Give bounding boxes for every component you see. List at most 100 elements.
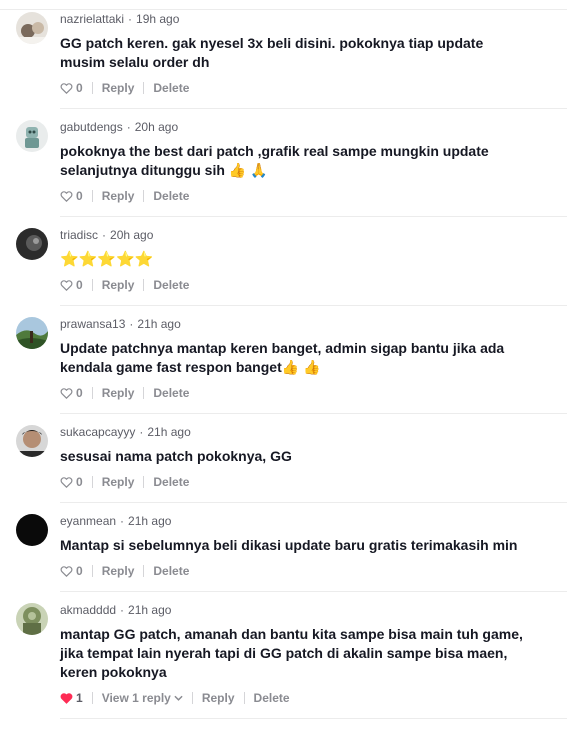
- avatar[interactable]: [16, 425, 48, 457]
- comment-item: sukacapcayyy · 21h ago sesusai nama patch …: [16, 425, 567, 493]
- top-divider: [0, 0, 567, 10]
- comment-divider: [60, 591, 567, 592]
- heart-outline-icon: [60, 280, 73, 291]
- reply-button[interactable]: Reply: [102, 475, 135, 489]
- comment-actions: 0 Reply Delete: [60, 81, 189, 95]
- comment-item: gabutdengs · 20h ago pokoknya the best dar…: [16, 120, 567, 206]
- username[interactable]: triadisc: [60, 228, 98, 242]
- view-replies-label: View 1 reply: [101, 691, 171, 705]
- like-button[interactable]: 1: [60, 691, 83, 705]
- delete-button[interactable]: Delete: [153, 81, 189, 95]
- heart-outline-icon: [60, 191, 73, 202]
- delete-button[interactable]: Delete: [153, 386, 189, 400]
- view-replies-button[interactable]: View 1 reply: [102, 691, 183, 705]
- timestamp: 21h ago: [128, 514, 172, 528]
- avatar[interactable]: [16, 228, 48, 260]
- action-divider: [143, 387, 145, 399]
- action-divider: [243, 692, 245, 704]
- timestamp: 19h ago: [136, 12, 180, 26]
- like-count: 1: [76, 691, 83, 705]
- comment-text: sesusai nama patch pokoknya, GG: [60, 448, 292, 464]
- meta-separator: ·: [139, 425, 144, 439]
- reply-button[interactable]: Reply: [102, 386, 135, 400]
- avatar[interactable]: [16, 603, 48, 635]
- comment-divider: [60, 305, 567, 306]
- comment-meta: eyanmean · 21h ago: [60, 514, 171, 528]
- like-button[interactable]: 0: [60, 189, 83, 203]
- like-count: 0: [76, 81, 83, 95]
- delete-button[interactable]: Delete: [153, 564, 189, 578]
- comment-meta: akmadddd · 21h ago: [60, 603, 171, 617]
- comment-meta: gabutdengs · 20h ago: [60, 120, 178, 134]
- comment-text: GG patch keren. gak nyesel 3x beli disin…: [60, 35, 484, 70]
- avatar[interactable]: [16, 514, 48, 546]
- like-count: 0: [76, 278, 83, 292]
- comment-actions: 0 Reply Delete: [60, 278, 189, 292]
- delete-button[interactable]: Delete: [153, 278, 189, 292]
- comment-item: prawansa13 · 21h ago Update patchnya manta…: [16, 317, 567, 403]
- like-button[interactable]: 0: [60, 386, 83, 400]
- comment-divider: [60, 502, 567, 503]
- like-button[interactable]: 0: [60, 475, 83, 489]
- action-divider: [143, 190, 145, 202]
- timestamp: 21h ago: [128, 603, 172, 617]
- heart-outline-icon: [60, 388, 73, 399]
- meta-separator: ·: [126, 120, 131, 134]
- comment-text: ⭐⭐⭐⭐⭐: [60, 251, 154, 268]
- chevron-down-icon: [174, 695, 183, 701]
- timestamp: 21h ago: [137, 317, 181, 331]
- username[interactable]: nazrielattaki: [60, 12, 124, 26]
- comment-divider: [60, 108, 567, 109]
- like-count: 0: [76, 564, 83, 578]
- meta-separator: ·: [120, 514, 125, 528]
- like-button[interactable]: 0: [60, 564, 83, 578]
- like-count: 0: [76, 189, 83, 203]
- action-divider: [91, 476, 93, 488]
- action-divider: [143, 279, 145, 291]
- avatar[interactable]: [16, 120, 48, 152]
- reply-button[interactable]: Reply: [102, 564, 135, 578]
- heart-filled-icon: [60, 693, 73, 704]
- avatar[interactable]: [16, 12, 48, 44]
- comment-item: akmadddd · 21h ago mantap GG patch, amanah…: [16, 603, 567, 709]
- comment-meta: triadisc · 20h ago: [60, 228, 153, 242]
- reply-button[interactable]: Reply: [202, 691, 235, 705]
- username[interactable]: akmadddd: [60, 603, 116, 617]
- delete-button[interactable]: Delete: [153, 475, 189, 489]
- heart-outline-icon: [60, 566, 73, 577]
- comment-divider: [60, 216, 567, 217]
- like-button[interactable]: 0: [60, 278, 83, 292]
- delete-button[interactable]: Delete: [153, 189, 189, 203]
- action-divider: [143, 476, 145, 488]
- reply-button[interactable]: Reply: [102, 189, 135, 203]
- comment-meta: sukacapcayyy · 21h ago: [60, 425, 191, 439]
- delete-button[interactable]: Delete: [254, 691, 290, 705]
- action-divider: [91, 279, 93, 291]
- comment-item: nazrielattaki · 19h ago GG patch keren. ga…: [16, 12, 567, 98]
- meta-separator: ·: [128, 12, 133, 26]
- like-count: 0: [76, 475, 83, 489]
- username[interactable]: prawansa13: [60, 317, 125, 331]
- action-divider: [91, 565, 93, 577]
- meta-separator: ·: [129, 317, 134, 331]
- action-divider: [91, 190, 93, 202]
- comment-text: mantap GG patch, amanah dan bantu kita s…: [60, 626, 523, 680]
- username[interactable]: eyanmean: [60, 514, 116, 528]
- reply-button[interactable]: Reply: [102, 278, 135, 292]
- username[interactable]: gabutdengs: [60, 120, 123, 134]
- action-divider: [91, 692, 93, 704]
- meta-separator: ·: [102, 228, 107, 242]
- timestamp: 21h ago: [147, 425, 191, 439]
- action-divider: [91, 387, 93, 399]
- comment-actions: 0 Reply Delete: [60, 386, 189, 400]
- reply-button[interactable]: Reply: [102, 81, 135, 95]
- comment-actions: 1 View 1 reply Reply Delete: [60, 691, 290, 705]
- like-button[interactable]: 0: [60, 81, 83, 95]
- comment-divider: [60, 718, 567, 719]
- comment-actions: 0 Reply Delete: [60, 189, 189, 203]
- action-divider: [191, 692, 193, 704]
- username[interactable]: sukacapcayyy: [60, 425, 135, 439]
- meta-separator: ·: [120, 603, 125, 617]
- avatar[interactable]: [16, 317, 48, 349]
- comment-text: pokoknya the best dari patch ,grafik rea…: [60, 143, 489, 178]
